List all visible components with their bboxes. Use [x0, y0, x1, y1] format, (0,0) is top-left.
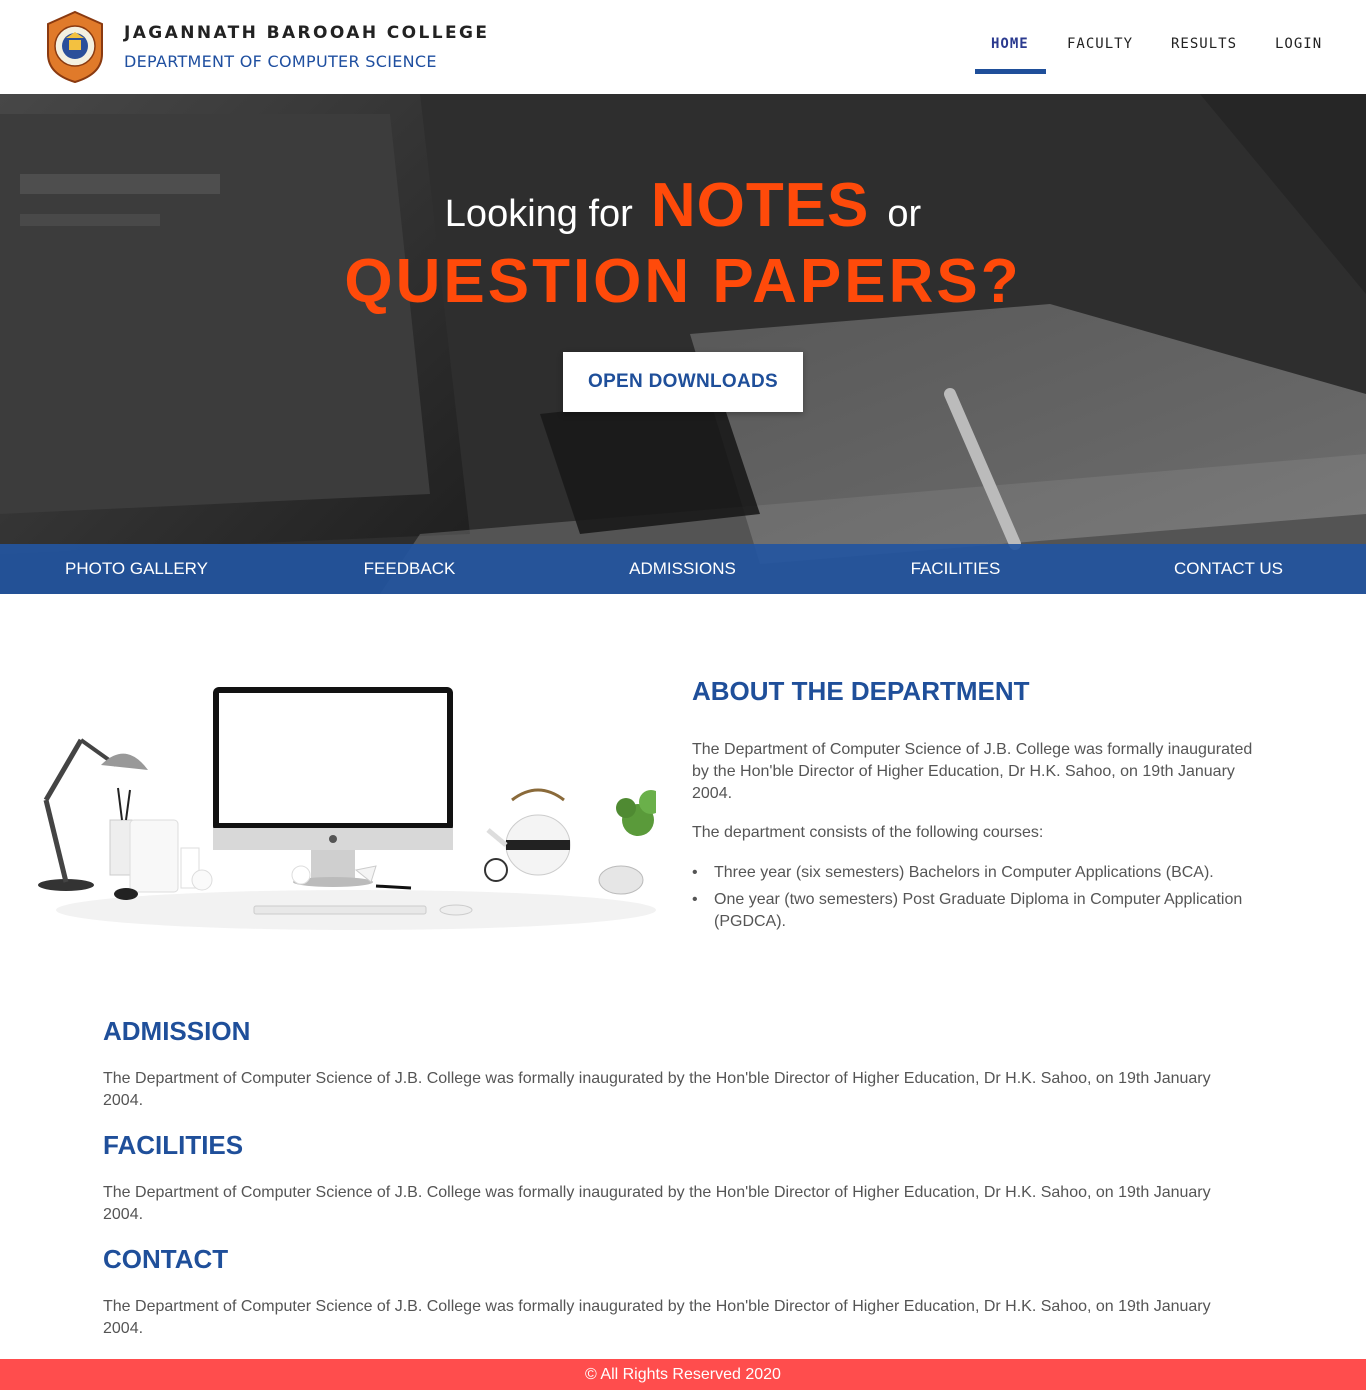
list-item: Three year (six semesters) Bachelors in …	[692, 862, 1262, 884]
contact-title: CONTACT	[103, 1244, 229, 1274]
admission-text: The Department of Computer Science of J.…	[103, 1070, 1211, 1109]
site-footer: © All Rights Reserved 2020	[0, 1359, 1366, 1390]
open-downloads-button[interactable]: OPEN DOWNLOADS	[563, 352, 803, 412]
contact-text: The Department of Computer Science of J.…	[103, 1298, 1211, 1337]
about-paragraph-2: The department consists of the following…	[692, 824, 1044, 841]
subnav-photo-gallery[interactable]: PHOTO GALLERY	[0, 559, 273, 579]
hero-background-image	[0, 94, 1366, 594]
nav-home[interactable]: HOME	[991, 36, 1029, 52]
hero-heading-line2: QUESTION PAPERS?	[344, 247, 1022, 316]
nav-faculty[interactable]: FACULTY	[1067, 36, 1133, 52]
department-name: DEPARTMENT OF COMPUTER SCIENCE	[124, 52, 437, 71]
secondary-nav: PHOTO GALLERY FEEDBACK ADMISSIONS FACILI…	[0, 544, 1366, 594]
desk-illustration	[38, 687, 656, 930]
courses-list: Three year (six semesters) Bachelors in …	[692, 862, 1262, 938]
subnav-admissions[interactable]: ADMISSIONS	[546, 559, 819, 579]
about-title: ABOUT THE DEPARTMENT	[692, 676, 1030, 706]
subnav-facilities[interactable]: FACILITIES	[819, 559, 1092, 579]
about-paragraph-1: The Department of Computer Science of J.…	[692, 741, 1253, 802]
hero-banner: Looking for NOTES or QUESTION PAPERS? OPEN…	[0, 94, 1366, 594]
site-header: JAGANNATH BAROOAH COLLEGE DEPARTMENT OF …	[0, 0, 1366, 94]
nav-results[interactable]: RESULTS	[1171, 36, 1237, 52]
hero-prefix: Looking for	[444, 193, 633, 235]
hero-heading-line1: Looking for NOTES or	[0, 170, 1366, 241]
admission-title: ADMISSION	[103, 1016, 251, 1046]
subnav-contact-us[interactable]: CONTACT US	[1092, 559, 1365, 579]
hero-suffix: or	[887, 193, 922, 235]
plant-icon	[616, 790, 656, 836]
nav-active-indicator	[975, 69, 1046, 74]
college-logo-icon[interactable]	[44, 10, 106, 84]
facilities-title: FACILITIES	[103, 1130, 244, 1160]
nav-login[interactable]: LOGIN	[1275, 36, 1322, 52]
hero-highlight-notes: NOTES	[650, 171, 870, 240]
facilities-text: The Department of Computer Science of J.…	[103, 1184, 1211, 1223]
college-name: JAGANNATH BAROOAH COLLEGE	[124, 23, 490, 43]
subnav-feedback[interactable]: FEEDBACK	[273, 559, 546, 579]
monitor-icon	[213, 687, 453, 887]
list-item: One year (two semesters) Post Graduate D…	[692, 889, 1262, 933]
